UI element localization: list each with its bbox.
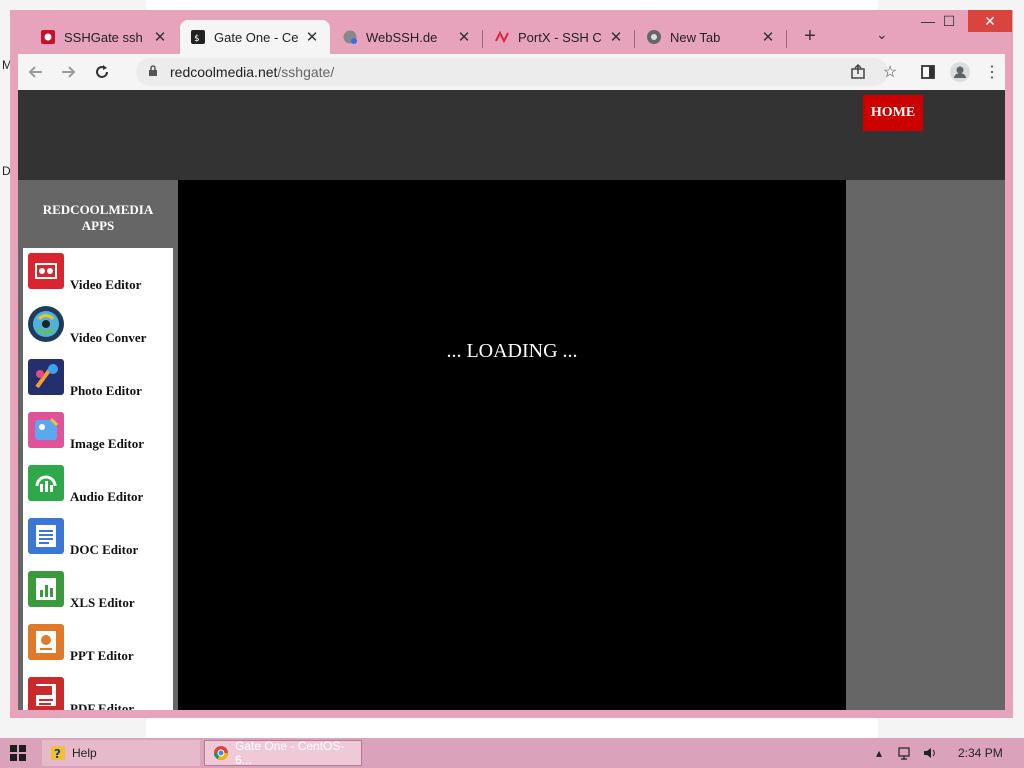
tab-gate-one[interactable]: $ Gate One - Cent ✕ [180, 20, 330, 54]
tab-title: WebSSH.de [366, 29, 438, 45]
tab-sshgate[interactable]: SSHGate ssh clie ✕ [30, 20, 178, 54]
chrome-icon [213, 745, 229, 761]
tab-search-button[interactable]: ⌄ [876, 26, 888, 43]
portx-icon [494, 29, 510, 45]
tab-separator [482, 30, 483, 48]
address-bar[interactable]: redcoolmedia.net/sshgate/ [136, 58, 888, 86]
xls-editor-icon [28, 571, 64, 607]
app-image-editor[interactable]: Image Editor [28, 412, 173, 465]
svg-text:?: ? [54, 747, 61, 761]
tab-portx[interactable]: PortX - SSH Clie ✕ [484, 20, 634, 54]
app-label: Audio Editor [70, 489, 144, 504]
app-xls-editor[interactable]: XLS Editor [28, 571, 173, 624]
app-label: PPT Editor [70, 648, 134, 663]
app-label: Image Editor [70, 436, 145, 451]
home-button[interactable]: HOME [863, 95, 923, 131]
right-panel [846, 180, 1005, 710]
new-tab-button[interactable]: + [798, 25, 822, 48]
windows-start-icon[interactable] [10, 745, 26, 761]
app-photo-editor[interactable]: Photo Editor [28, 359, 173, 412]
app-doc-editor[interactable]: DOC Editor [28, 518, 173, 571]
app-video-converter[interactable]: Video Conver [28, 306, 173, 359]
share-icon[interactable] [846, 60, 870, 84]
video-converter-icon [28, 306, 64, 342]
tab-title: PortX - SSH Clie [518, 29, 602, 45]
app-ppt-editor[interactable]: PPT Editor [28, 624, 173, 677]
tray-overflow-icon[interactable]: ▴ [876, 746, 882, 760]
side-panel-icon[interactable] [916, 60, 940, 84]
doc-editor-icon [28, 518, 64, 554]
sidebar-title-line: REDCOOLMEDIA [42, 202, 154, 217]
photo-editor-icon [28, 359, 64, 395]
app-label: Video Conver [70, 330, 147, 345]
pdf-editor-icon [28, 677, 64, 710]
taskbar-help-label: Help [72, 746, 97, 760]
clock[interactable]: 2:34 PM [958, 746, 1003, 760]
globe-icon [342, 29, 358, 45]
sidebar-title: REDCOOLMEDIA APPS [18, 202, 178, 234]
close-icon[interactable]: ✕ [304, 28, 320, 46]
back-icon[interactable] [24, 60, 48, 84]
app-label: Photo Editor [70, 383, 142, 398]
menu-kebab-icon[interactable]: ⋮ [980, 60, 1004, 84]
chrome-icon [646, 29, 662, 45]
app-list: Video Editor Video Conver Photo Editor I… [23, 248, 173, 710]
apps-sidebar: REDCOOLMEDIA APPS Video Editor Video Con… [18, 180, 178, 710]
tab-strip: SSHGate ssh clie ✕ $ Gate One - Cent ✕ W… [10, 10, 1013, 54]
app-video-editor[interactable]: Video Editor [28, 253, 173, 306]
profile-avatar-icon[interactable] [948, 60, 972, 84]
tab-separator [786, 30, 787, 48]
tab-title: New Tab [670, 29, 721, 45]
forward-icon[interactable] [56, 60, 80, 84]
close-icon[interactable]: ✕ [608, 28, 624, 46]
terminal-area[interactable]: ... LOADING ... [178, 180, 846, 710]
app-label: DOC Editor [70, 542, 139, 557]
network-icon[interactable] [898, 746, 914, 763]
image-editor-icon [28, 412, 64, 448]
taskbar: ? Help Gate One - CentOS-6... ▴ 2:34 PM [0, 738, 1024, 768]
web-page: HOME REDCOOLMEDIA APPS Video Editor Vide… [18, 90, 1005, 710]
volume-icon[interactable] [922, 746, 938, 763]
taskbar-chrome-button[interactable]: Gate One - CentOS-6... [204, 739, 362, 767]
app-audio-editor[interactable]: Audio Editor [28, 465, 173, 518]
tab-title: Gate One - Cent [214, 29, 298, 45]
red-square-icon [40, 29, 56, 45]
close-icon[interactable]: ✕ [152, 28, 168, 46]
app-pdf-editor[interactable]: PDF Editor [28, 677, 173, 710]
page-header: HOME [18, 90, 1005, 180]
svg-text:$: $ [194, 34, 199, 44]
help-icon: ? [50, 745, 66, 761]
taskbar-help-button[interactable]: ? Help [42, 740, 200, 766]
tab-webssh[interactable]: WebSSH.de ✕ [332, 20, 482, 54]
tab-separator [634, 30, 635, 48]
terminal-icon: $ [190, 29, 206, 45]
browser-window: SSHGate ssh clie ✕ $ Gate One - Cent ✕ W… [10, 10, 1013, 718]
close-icon[interactable]: ✕ [456, 28, 472, 46]
url-path: /sshgate/ [277, 64, 335, 80]
audio-editor-icon [28, 465, 64, 501]
app-label: Video Editor [70, 277, 142, 292]
close-icon[interactable]: ✕ [760, 28, 776, 46]
lock-icon [148, 64, 160, 80]
maximize-button[interactable]: ☐ [930, 10, 968, 32]
sidebar-title-line: APPS [81, 218, 115, 233]
url-domain: redcoolmedia.net [170, 64, 278, 80]
video-editor-icon [28, 253, 64, 289]
tab-title: SSHGate ssh clie [64, 29, 146, 45]
taskbar-chrome-label: Gate One - CentOS-6... [235, 739, 345, 767]
loading-text: ... LOADING ... [446, 340, 578, 362]
window-close-button[interactable]: ✕ [968, 10, 1012, 32]
browser-toolbar: redcoolmedia.net/sshgate/ ☆ ⋮ [18, 54, 1005, 90]
app-label: XLS Editor [70, 595, 135, 610]
ppt-editor-icon [28, 624, 64, 660]
bookmark-star-icon[interactable]: ☆ [878, 60, 902, 84]
url-text: redcoolmedia.net/sshgate/ [170, 64, 334, 80]
reload-icon[interactable] [90, 60, 114, 84]
tab-new-tab[interactable]: New Tab ✕ [636, 20, 786, 54]
app-label: PDF Editor [70, 701, 135, 710]
